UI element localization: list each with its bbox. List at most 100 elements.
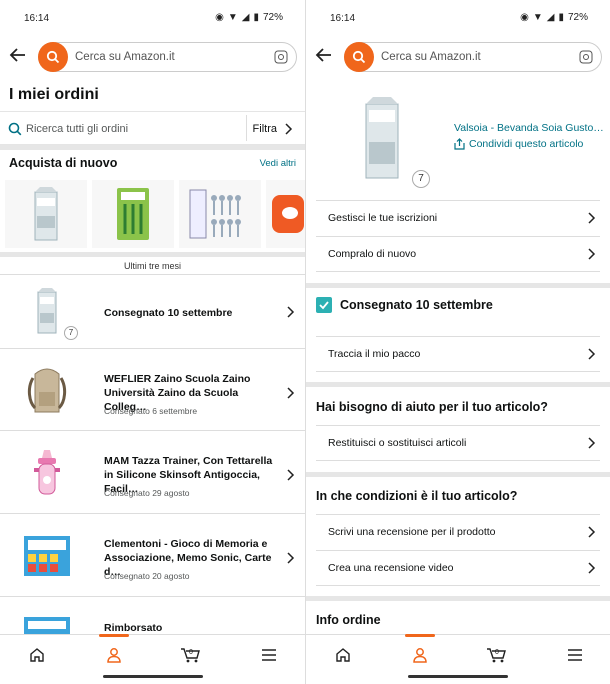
buy-again-title: Acquista di nuovo: [9, 156, 118, 170]
battery-percent: 72%: [262, 12, 283, 23]
buy-again-item[interactable]: [179, 180, 261, 248]
status-time: 16:14: [24, 13, 50, 24]
cart-icon[interactable]: 0: [176, 643, 206, 667]
chevron-right-icon: [287, 552, 295, 564]
order-thumbnail: [22, 529, 72, 583]
return-replace-row[interactable]: Restituisci o sostituisci articoli: [316, 425, 600, 461]
buy-again-item[interactable]: [266, 180, 305, 248]
order-detail-screen: 16:14 ◉ ▼ ◢ ▮ 72% Cerca su Amazon.it 7 V…: [305, 0, 610, 684]
home-icon[interactable]: [22, 643, 52, 667]
chevron-right-icon: [588, 526, 596, 538]
share-icon: [454, 138, 465, 150]
buy-again-row[interactable]: Compralo di nuovo: [316, 236, 600, 272]
soy-drink-image: [37, 288, 57, 334]
chevron-right-icon: [588, 348, 596, 360]
order-date: Consegnato 20 agosto: [104, 571, 190, 581]
signal-icon: ◢: [241, 12, 250, 23]
search-icon[interactable]: [38, 42, 68, 72]
orders-screen: 16:14 ◉ ▼ ◢ ▮ 72% Cerca su Amazon.it I m…: [0, 0, 305, 684]
eye-icon: ◉: [520, 12, 529, 23]
backpack-image: [27, 368, 67, 413]
order-thumbnail: [22, 363, 72, 417]
interdental-brush-image: [117, 188, 149, 240]
order-row[interactable]: WEFLIER Zaino Scuola Zaino Università Za…: [0, 349, 305, 431]
bottom-navigation: 0: [306, 634, 610, 684]
gesture-bar: [102, 675, 203, 678]
battery-percent: 72%: [567, 12, 588, 23]
cart-icon[interactable]: 0: [482, 643, 512, 667]
quantity-badge: 7: [412, 170, 430, 188]
check-icon: [316, 297, 332, 313]
filter-button[interactable]: Filtra: [253, 123, 277, 135]
home-icon[interactable]: [328, 643, 358, 667]
period-label: Ultimi tre mesi: [0, 257, 305, 275]
wifi-icon: ▼: [227, 12, 238, 23]
account-icon[interactable]: [99, 634, 129, 667]
bottom-navigation: 0: [0, 634, 305, 684]
battery-icon: ▮: [558, 12, 564, 23]
product-image[interactable]: [364, 96, 400, 180]
search-bar[interactable]: Cerca su Amazon.it: [344, 42, 602, 72]
order-date: Consegnato 29 agosto: [104, 488, 190, 498]
track-package-row[interactable]: Traccia il mio pacco: [316, 336, 600, 372]
status-bar: 16:14 ◉ ▼ ◢ ▮ 72%: [0, 0, 305, 34]
orders-search-input[interactable]: Ricerca tutti gli ordini: [26, 123, 128, 135]
orders-search[interactable]: Ricerca tutti gli ordini Filtra: [0, 111, 305, 145]
help-section-title: Hai bisogno di aiuto per il tuo articolo…: [316, 400, 548, 414]
chevron-right-icon: [588, 248, 596, 260]
memory-game-image: [24, 536, 70, 576]
buy-again-item[interactable]: [5, 180, 87, 248]
chevron-right-icon: [287, 387, 295, 399]
account-icon[interactable]: [405, 634, 435, 667]
chevron-right-icon: [588, 562, 596, 574]
status-time: 16:14: [330, 13, 356, 24]
back-arrow-icon[interactable]: [8, 45, 28, 65]
gesture-bar: [408, 675, 508, 678]
see-more-link[interactable]: Vedi altri: [260, 158, 296, 169]
search-placeholder: Cerca su Amazon.it: [75, 51, 175, 63]
chevron-right-icon: [588, 437, 596, 449]
armbands-image: [272, 195, 304, 233]
chevron-right-icon: [285, 123, 293, 135]
order-title: Consegnato 10 settembre: [104, 307, 233, 319]
quantity-badge: 7: [64, 326, 78, 340]
delivered-label: Consegnato 10 settembre: [340, 298, 493, 312]
order-row[interactable]: Clementoni - Gioco di Memoria e Associaz…: [0, 514, 305, 597]
back-arrow-icon[interactable]: [314, 45, 334, 65]
search-bar[interactable]: Cerca su Amazon.it: [38, 42, 297, 72]
status-bar: 16:14 ◉ ▼ ◢ ▮ 72%: [306, 0, 610, 34]
chevron-right-icon: [588, 212, 596, 224]
eye-icon: ◉: [215, 12, 224, 23]
manage-subscriptions-row[interactable]: Gestisci le tue iscrizioni: [316, 200, 600, 236]
product-title-link[interactable]: Valsoia - Bevanda Soia Gusto…: [454, 122, 604, 134]
order-row[interactable]: MAM Tazza Trainer, Con Tettarella in Sil…: [0, 431, 305, 514]
order-date: Consegnato 6 settembre: [104, 406, 198, 416]
order-row[interactable]: Rimborsato: [0, 597, 305, 637]
chevron-right-icon: [287, 306, 295, 318]
buy-again-item[interactable]: [92, 180, 174, 248]
camera-scan-icon[interactable]: [274, 50, 288, 64]
search-icon[interactable]: [344, 42, 374, 72]
chevron-right-icon: [287, 469, 295, 481]
share-button[interactable]: Condividi questo articolo: [454, 138, 583, 150]
search-icon: [8, 122, 22, 136]
wifi-icon: ▼: [532, 12, 543, 23]
video-review-row[interactable]: Crea una recensione video: [316, 550, 600, 586]
search-placeholder: Cerca su Amazon.it: [381, 51, 481, 63]
delivery-status: Consegnato 10 settembre: [316, 297, 493, 313]
write-review-row[interactable]: Scrivi una recensione per il prodotto: [316, 514, 600, 550]
page-title: I miei ordini: [9, 86, 99, 103]
order-thumbnail: [22, 446, 72, 500]
cart-count: 0: [189, 649, 193, 656]
order-title: Rimborsato: [104, 622, 163, 634]
header: Cerca su Amazon.it: [0, 40, 305, 74]
order-row[interactable]: 7 Consegnato 10 settembre: [0, 276, 305, 349]
header: Cerca su Amazon.it: [306, 40, 610, 74]
buy-again-carousel: [5, 180, 305, 248]
toothbrush-heads-image: [189, 189, 241, 239]
soy-drink-image: [34, 187, 58, 241]
menu-icon[interactable]: [560, 643, 590, 667]
battery-icon: ▮: [253, 12, 259, 23]
menu-icon[interactable]: [254, 643, 284, 667]
camera-scan-icon[interactable]: [579, 50, 593, 64]
